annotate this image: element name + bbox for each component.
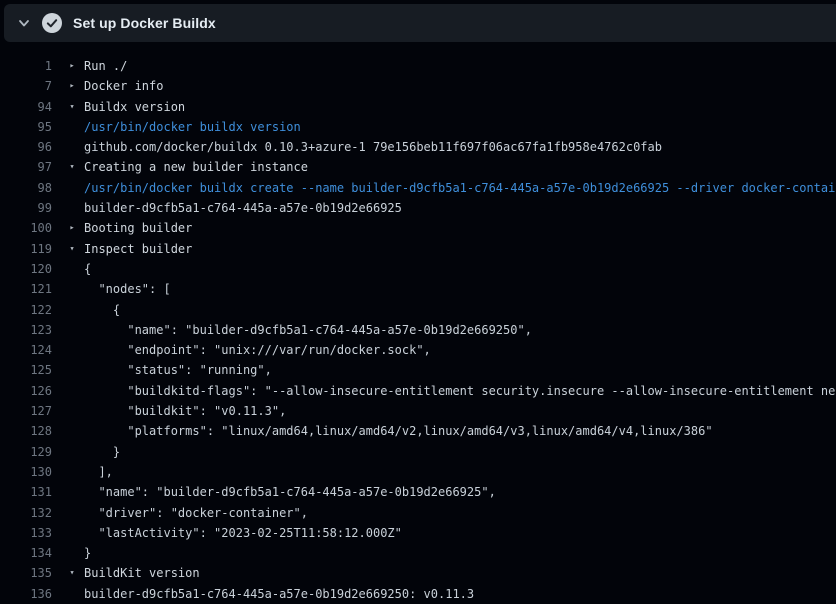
step-header[interactable]: Set up Docker Buildx bbox=[4, 4, 836, 42]
line-number[interactable]: 97 bbox=[4, 157, 52, 177]
line-number[interactable]: 129 bbox=[4, 442, 52, 462]
log-line-row: 136 builder-d9cfb5a1-c764-445a-a57e-0b19… bbox=[4, 584, 836, 604]
log-line-row: 126 "buildkitd-flags": "--allow-insecure… bbox=[4, 381, 836, 401]
log-line-row: 128 "platforms": "linux/amd64,linux/amd6… bbox=[4, 421, 836, 441]
line-number[interactable]: 94 bbox=[4, 97, 52, 117]
group-toggle-icon[interactable]: ▸ bbox=[65, 56, 79, 76]
line-number[interactable]: 125 bbox=[4, 360, 52, 380]
log-text: github.com/docker/buildx 0.10.3+azure-1 … bbox=[84, 137, 662, 157]
line-number[interactable]: 130 bbox=[4, 462, 52, 482]
log-text: "driver": "docker-container", bbox=[84, 503, 308, 523]
log-line-row: 95 /usr/bin/docker buildx version bbox=[4, 117, 836, 137]
log-text: Run ./ bbox=[84, 56, 127, 76]
log-line-row: 124 "endpoint": "unix:///var/run/docker.… bbox=[4, 340, 836, 360]
log-text: /usr/bin/docker buildx version bbox=[84, 117, 301, 137]
log-group-row[interactable]: 135 ▾ BuildKit version bbox=[4, 563, 836, 583]
line-number[interactable]: 122 bbox=[4, 300, 52, 320]
line-number[interactable]: 119 bbox=[4, 239, 52, 259]
group-toggle-icon[interactable]: ▾ bbox=[65, 239, 79, 259]
log-group-row[interactable]: 7 ▸ Docker info bbox=[4, 76, 836, 96]
log-text: builder-d9cfb5a1-c764-445a-a57e-0b19d2e6… bbox=[84, 584, 474, 604]
group-toggle-icon[interactable]: ▸ bbox=[65, 76, 79, 96]
log-line-row: 133 "lastActivity": "2023-02-25T11:58:12… bbox=[4, 523, 836, 543]
log-text: BuildKit version bbox=[84, 563, 200, 583]
log-text: Docker info bbox=[84, 76, 163, 96]
chevron-down-icon[interactable] bbox=[17, 16, 31, 30]
line-number[interactable]: 98 bbox=[4, 178, 52, 198]
log-group-row[interactable]: 100 ▸ Booting builder bbox=[4, 218, 836, 238]
line-number[interactable]: 136 bbox=[4, 584, 52, 604]
log-line-row: 123 "name": "builder-d9cfb5a1-c764-445a-… bbox=[4, 320, 836, 340]
log-text: Inspect builder bbox=[84, 239, 192, 259]
log-text: "platforms": "linux/amd64,linux/amd64/v2… bbox=[84, 421, 713, 441]
log-text: { bbox=[84, 259, 91, 279]
log-text: "buildkitd-flags": "--allow-insecure-ent… bbox=[84, 381, 836, 401]
log-group-row[interactable]: 97 ▾ Creating a new builder instance bbox=[4, 157, 836, 177]
log-group-row[interactable]: 1 ▸ Run ./ bbox=[4, 56, 836, 76]
log-text: "status": "running", bbox=[84, 360, 272, 380]
log-text: "nodes": [ bbox=[84, 279, 171, 299]
line-number[interactable]: 134 bbox=[4, 543, 52, 563]
log-line-row: 122 { bbox=[4, 300, 836, 320]
group-toggle-icon[interactable]: ▾ bbox=[65, 157, 79, 177]
line-number[interactable]: 131 bbox=[4, 482, 52, 502]
log-text: builder-d9cfb5a1-c764-445a-a57e-0b19d2e6… bbox=[84, 198, 402, 218]
line-number[interactable]: 124 bbox=[4, 340, 52, 360]
line-number[interactable]: 7 bbox=[4, 76, 52, 96]
log-text: "endpoint": "unix:///var/run/docker.sock… bbox=[84, 340, 431, 360]
log-text: Buildx version bbox=[84, 97, 185, 117]
log-text: Creating a new builder instance bbox=[84, 157, 308, 177]
log-line-row: 120 { bbox=[4, 259, 836, 279]
log-text: "buildkit": "v0.11.3", bbox=[84, 401, 286, 421]
line-number[interactable]: 132 bbox=[4, 503, 52, 523]
line-number[interactable]: 123 bbox=[4, 320, 52, 340]
line-number[interactable]: 99 bbox=[4, 198, 52, 218]
log-text: } bbox=[84, 543, 91, 563]
log-text: /usr/bin/docker buildx create --name bui… bbox=[84, 178, 836, 198]
log-line-row: 132 "driver": "docker-container", bbox=[4, 503, 836, 523]
log-text: } bbox=[84, 442, 120, 462]
line-number[interactable]: 128 bbox=[4, 421, 52, 441]
line-number[interactable]: 135 bbox=[4, 563, 52, 583]
log-line-row: 121 "nodes": [ bbox=[4, 279, 836, 299]
log-output: 1 ▸ Run ./ 7 ▸ Docker info 94 ▾ Buildx v… bbox=[4, 42, 836, 604]
line-number[interactable]: 133 bbox=[4, 523, 52, 543]
log-line-row: 130 ], bbox=[4, 462, 836, 482]
line-number[interactable]: 120 bbox=[4, 259, 52, 279]
log-line-row: 127 "buildkit": "v0.11.3", bbox=[4, 401, 836, 421]
group-toggle-icon[interactable]: ▾ bbox=[65, 563, 79, 583]
log-text: "name": "builder-d9cfb5a1-c764-445a-a57e… bbox=[84, 482, 496, 502]
line-number[interactable]: 100 bbox=[4, 218, 52, 238]
log-line-row: 98 /usr/bin/docker buildx create --name … bbox=[4, 178, 836, 198]
log-group-row[interactable]: 94 ▾ Buildx version bbox=[4, 97, 836, 117]
log-line-row: 99 builder-d9cfb5a1-c764-445a-a57e-0b19d… bbox=[4, 198, 836, 218]
log-line-row: 134 } bbox=[4, 543, 836, 563]
log-line-row: 96 github.com/docker/buildx 0.10.3+azure… bbox=[4, 137, 836, 157]
log-text: "name": "builder-d9cfb5a1-c764-445a-a57e… bbox=[84, 320, 532, 340]
group-toggle-icon[interactable]: ▸ bbox=[65, 218, 79, 238]
line-number[interactable]: 95 bbox=[4, 117, 52, 137]
line-number[interactable]: 121 bbox=[4, 279, 52, 299]
line-number[interactable]: 1 bbox=[4, 56, 52, 76]
step-title: Set up Docker Buildx bbox=[73, 15, 216, 31]
log-text: ], bbox=[84, 462, 113, 482]
log-line-row: 125 "status": "running", bbox=[4, 360, 836, 380]
line-number[interactable]: 126 bbox=[4, 381, 52, 401]
log-group-row[interactable]: 119 ▾ Inspect builder bbox=[4, 239, 836, 259]
log-line-row: 129 } bbox=[4, 442, 836, 462]
log-line-row: 131 "name": "builder-d9cfb5a1-c764-445a-… bbox=[4, 482, 836, 502]
group-toggle-icon[interactable]: ▾ bbox=[65, 97, 79, 117]
log-lines-container: 1 ▸ Run ./ 7 ▸ Docker info 94 ▾ Buildx v… bbox=[4, 56, 836, 604]
check-circle-icon bbox=[42, 13, 62, 33]
line-number[interactable]: 96 bbox=[4, 137, 52, 157]
log-text: "lastActivity": "2023-02-25T11:58:12.000… bbox=[84, 523, 402, 543]
log-text: Booting builder bbox=[84, 218, 192, 238]
log-text: { bbox=[84, 300, 120, 320]
line-number[interactable]: 127 bbox=[4, 401, 52, 421]
